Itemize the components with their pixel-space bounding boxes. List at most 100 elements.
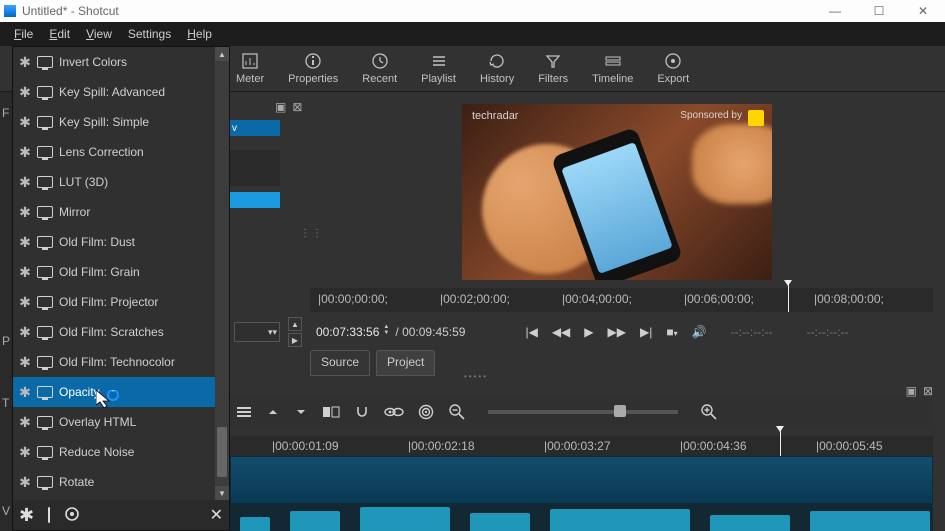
- toolbar-properties[interactable]: Properties: [276, 52, 350, 85]
- step-up-button[interactable]: ▲: [288, 317, 302, 331]
- toolbar-timeline[interactable]: Timeline: [580, 52, 645, 85]
- zoom-slider[interactable]: [488, 410, 678, 414]
- favorite-star-icon[interactable]: ✱: [19, 54, 31, 71]
- filter-item[interactable]: ✱Old Film: Dust: [13, 227, 215, 257]
- skip-end-button[interactable]: ▶|: [640, 325, 652, 339]
- video-category-icon[interactable]: [48, 508, 50, 522]
- filter-item[interactable]: ✱Invert Colors: [13, 47, 215, 77]
- step-right-button[interactable]: ▶: [288, 333, 302, 347]
- timecode-spinner[interactable]: [381, 324, 391, 340]
- filter-item[interactable]: ✱Opacity: [13, 377, 215, 407]
- video-filter-icon: [37, 356, 53, 368]
- favorite-category-icon[interactable]: ✱: [19, 505, 34, 526]
- filter-item[interactable]: ✱Old Film: Projector: [13, 287, 215, 317]
- filter-item[interactable]: ✱Old Film: Grain: [13, 257, 215, 287]
- skip-start-button[interactable]: |◀: [525, 325, 537, 339]
- scroll-down-button[interactable]: ▼: [215, 486, 229, 500]
- scroll-thumb[interactable]: [217, 427, 227, 477]
- volume-button[interactable]: 🔊: [692, 325, 707, 339]
- menu-help[interactable]: Help: [179, 24, 220, 44]
- zoom-slider-knob[interactable]: [614, 405, 626, 417]
- panel-icon[interactable]: ▣: [275, 100, 286, 114]
- grip-dots-icon[interactable]: ⋮⋮: [300, 228, 324, 239]
- filter-item[interactable]: ✱Overlay HTML: [13, 407, 215, 437]
- filter-scrollbar[interactable]: ▲ ▼: [215, 47, 229, 500]
- timeline-video-clip[interactable]: [230, 456, 933, 504]
- timeline-ruler[interactable]: |00:00:01:09 |00:00:02:18 |00:00:03:27 |…: [230, 436, 933, 456]
- favorite-star-icon[interactable]: ✱: [19, 84, 31, 101]
- scroll-up-button[interactable]: ▲: [215, 47, 229, 61]
- favorite-star-icon[interactable]: ✱: [19, 114, 31, 131]
- close-button[interactable]: ✕: [901, 0, 945, 22]
- zoom-out-button[interactable]: [448, 403, 466, 421]
- clip-label: v: [230, 123, 237, 134]
- favorite-star-icon[interactable]: ✱: [19, 234, 31, 251]
- playlist-clip-a[interactable]: v: [230, 120, 280, 136]
- current-timecode[interactable]: 00:07:33:56: [316, 325, 379, 339]
- filter-item[interactable]: ✱Reduce Noise: [13, 437, 215, 467]
- filter-item[interactable]: ✱Key Spill: Advanced: [13, 77, 215, 107]
- minimize-button[interactable]: —: [813, 0, 857, 22]
- meter-icon: [241, 52, 259, 70]
- snap-button[interactable]: [354, 404, 370, 420]
- preview-playhead[interactable]: [788, 284, 789, 312]
- filter-item[interactable]: ✱Old Film: Scratches: [13, 317, 215, 347]
- panel-close-icon[interactable]: ⊠: [292, 100, 302, 114]
- filter-item[interactable]: ✱Mirror: [13, 197, 215, 227]
- menu-file[interactable]: File: [6, 24, 41, 44]
- panel-close-icon[interactable]: ⊠: [923, 384, 933, 398]
- favorite-star-icon[interactable]: ✱: [19, 174, 31, 191]
- video-filter-icon: [37, 206, 53, 218]
- append-button[interactable]: [266, 405, 280, 419]
- maximize-button[interactable]: ☐: [857, 0, 901, 22]
- filter-item[interactable]: ✱Rotate: [13, 467, 215, 497]
- favorite-star-icon[interactable]: ✱: [19, 444, 31, 461]
- favorite-star-icon[interactable]: ✱: [19, 144, 31, 161]
- ripple-button[interactable]: [418, 404, 434, 420]
- toolbar-meter[interactable]: Meter: [224, 52, 276, 85]
- filter-item[interactable]: ✱Old Film: Technocolor: [13, 347, 215, 377]
- favorite-star-icon[interactable]: ✱: [19, 384, 31, 401]
- favorite-star-icon[interactable]: ✱: [19, 204, 31, 221]
- filter-item-label: Key Spill: Simple: [59, 115, 149, 129]
- audio-category-icon[interactable]: [64, 506, 80, 525]
- stop-button[interactable]: ■▾: [666, 325, 677, 339]
- menu-settings[interactable]: Settings: [120, 24, 179, 44]
- favorite-star-icon[interactable]: ✱: [19, 474, 31, 491]
- menu-view[interactable]: View: [78, 24, 120, 44]
- toolbar-playlist[interactable]: Playlist: [409, 52, 468, 85]
- video-preview[interactable]: techradar Sponsored by: [462, 104, 772, 280]
- favorite-star-icon[interactable]: ✱: [19, 294, 31, 311]
- insert-button[interactable]: [294, 405, 308, 419]
- menu-edit[interactable]: Edit: [41, 24, 78, 44]
- playlist-clip-b[interactable]: [230, 192, 280, 208]
- panel-icon[interactable]: ▣: [906, 384, 917, 398]
- preview-ruler[interactable]: |00:00;00:00; |00:02;00:00; |00:04;00:00…: [310, 288, 933, 312]
- timeline-audio-waveform[interactable]: [230, 504, 933, 531]
- play-button[interactable]: ▶: [584, 325, 593, 339]
- filter-item[interactable]: ✱LUT (3D): [13, 167, 215, 197]
- scrub-button[interactable]: [384, 405, 404, 419]
- favorite-star-icon[interactable]: ✱: [19, 414, 31, 431]
- fast-forward-button[interactable]: ▶▶: [608, 325, 626, 339]
- close-filter-popup-button[interactable]: ✕: [210, 505, 223, 525]
- rewind-button[interactable]: ◀◀: [552, 325, 570, 339]
- tab-project[interactable]: Project: [376, 350, 435, 376]
- toolbar-filters[interactable]: Filters: [526, 52, 580, 85]
- tab-source[interactable]: Source: [310, 350, 370, 376]
- filter-category-bar: ✱ ✕: [13, 500, 229, 530]
- filter-item[interactable]: ✱ Key Spill: Simple: [13, 107, 215, 137]
- favorite-star-icon[interactable]: ✱: [19, 324, 31, 341]
- favorite-star-icon[interactable]: ✱: [19, 264, 31, 281]
- favorite-star-icon[interactable]: ✱: [19, 354, 31, 371]
- filter-item[interactable]: ✱Lens Correction: [13, 137, 215, 167]
- toolbar-history[interactable]: History: [468, 52, 526, 85]
- timeline-menu-button[interactable]: [236, 405, 252, 419]
- toolbar-export[interactable]: Export: [645, 52, 701, 85]
- video-filter-icon: [37, 236, 53, 248]
- overwrite-button[interactable]: [322, 406, 340, 418]
- zoom-in-button[interactable]: [700, 403, 718, 421]
- timeline-track[interactable]: [230, 456, 933, 531]
- zoom-dropdown[interactable]: ▾▾: [234, 322, 280, 342]
- toolbar-recent[interactable]: Recent: [350, 52, 409, 85]
